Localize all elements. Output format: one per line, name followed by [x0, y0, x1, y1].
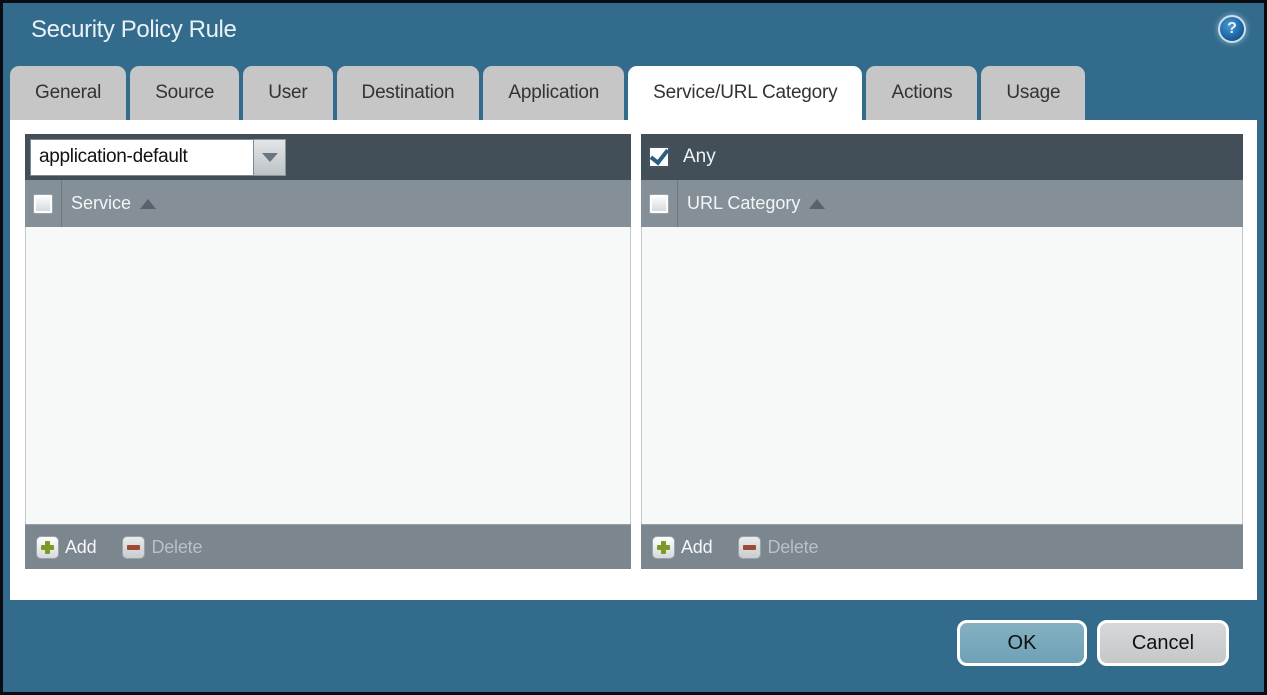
url-category-column-header: URL Category	[687, 193, 800, 214]
url-category-select-all-checkbox[interactable]	[649, 194, 669, 214]
service-type-dropdown-value[interactable]: application-default	[30, 139, 254, 176]
sort-ascending-icon[interactable]	[809, 199, 825, 209]
service-type-dropdown-button[interactable]	[254, 139, 286, 176]
service-table-header: Service	[25, 180, 631, 227]
tab-general[interactable]: General	[10, 66, 126, 120]
tab-service-url-category[interactable]: Service/URL Category	[628, 66, 862, 120]
service-add-label: Add	[65, 537, 96, 558]
service-select-all-checkbox[interactable]	[33, 194, 53, 214]
plus-icon	[652, 536, 675, 559]
dialog-body: application-default Service	[10, 120, 1257, 600]
tab-bar: GeneralSourceUserDestinationApplicationS…	[10, 66, 1085, 120]
cancel-button[interactable]: Cancel	[1097, 620, 1229, 666]
service-delete-label: Delete	[151, 537, 202, 558]
url-category-select-all-cell	[641, 180, 678, 227]
url-category-panel-toolbar: Any	[641, 134, 1243, 180]
tab-actions[interactable]: Actions	[866, 66, 977, 120]
dialog-actions: OK Cancel	[957, 620, 1229, 666]
dialog-title: Security Policy Rule	[31, 16, 236, 44]
url-category-delete-button[interactable]: Delete	[738, 536, 818, 559]
sort-ascending-icon[interactable]	[140, 199, 156, 209]
url-category-table-header: URL Category	[641, 180, 1243, 227]
url-category-add-button[interactable]: Add	[652, 536, 712, 559]
service-type-dropdown[interactable]: application-default	[30, 139, 286, 176]
help-icon[interactable]: ?	[1218, 15, 1246, 43]
plus-icon	[36, 536, 59, 559]
service-panel-toolbar: application-default	[25, 134, 631, 180]
service-delete-button[interactable]: Delete	[122, 536, 202, 559]
tab-application[interactable]: Application	[483, 66, 624, 120]
minus-icon	[122, 536, 145, 559]
url-category-table-body[interactable]	[641, 227, 1243, 524]
url-category-delete-label: Delete	[767, 537, 818, 558]
any-label: Any	[683, 146, 716, 168]
tab-source[interactable]: Source	[130, 66, 239, 120]
url-category-panel: Any URL Category Add Delete	[641, 134, 1243, 569]
chevron-down-icon	[262, 153, 278, 162]
service-column-header: Service	[71, 193, 131, 214]
tab-destination[interactable]: Destination	[337, 66, 480, 120]
service-select-all-cell	[25, 180, 62, 227]
tab-user[interactable]: User	[243, 66, 332, 120]
tab-usage[interactable]: Usage	[981, 66, 1085, 120]
service-add-button[interactable]: Add	[36, 536, 96, 559]
any-checkbox[interactable]	[648, 146, 670, 168]
url-category-panel-footer: Add Delete	[641, 524, 1243, 569]
security-policy-rule-dialog: Security Policy Rule ? GeneralSourceUser…	[0, 0, 1267, 695]
url-category-add-label: Add	[681, 537, 712, 558]
service-panel-footer: Add Delete	[25, 524, 631, 569]
service-table-body[interactable]	[25, 227, 631, 524]
service-panel: application-default Service	[25, 134, 631, 569]
help-icon-glyph: ?	[1227, 20, 1237, 38]
minus-icon	[738, 536, 761, 559]
ok-button[interactable]: OK	[957, 620, 1087, 666]
